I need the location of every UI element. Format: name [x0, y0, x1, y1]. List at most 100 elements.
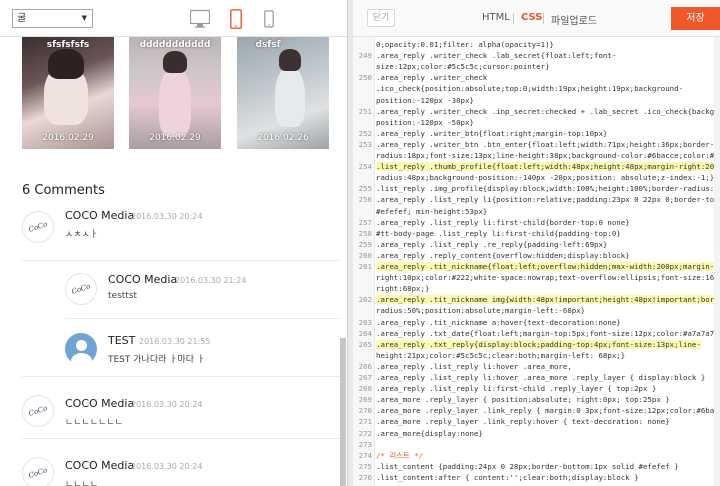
- line-number: 251: [358, 106, 372, 116]
- code-line: 272 .area_more{display:none}: [353, 428, 720, 439]
- code-line: height:21px;color:#5c5c5c;clear:both;mar…: [353, 350, 720, 361]
- comment-item: CoCo COCO Media 2016.03.30 20:24 ㄴㄴㄴㄴ: [0, 439, 340, 486]
- user-icon: [76, 340, 87, 351]
- comment-text: testtst: [108, 291, 138, 301]
- line-number: 253: [358, 139, 372, 149]
- code-text: .area_reply .tit_nickname img{width:48px…: [376, 295, 720, 305]
- tab-file-upload[interactable]: 파일업로드: [551, 12, 597, 27]
- avatar[interactable]: CoCo: [22, 211, 54, 243]
- line-number: 258: [358, 228, 372, 238]
- code-text: .list_reply .thumb_profile{float:left;wi…: [376, 162, 720, 172]
- gallery-title: dsfsf: [255, 40, 281, 50]
- code-text: .area_reply .writer_btn .btn_enter{float…: [376, 139, 715, 149]
- code-text: #tt-body-page .list_reply li:first-child…: [376, 228, 621, 238]
- font-select[interactable]: 굴 ▼: [12, 9, 93, 28]
- comment-item: CoCo COCO Media 2016.03.30 20:24 ㄴㄴㄴㄴㄴㄴㄴ: [0, 377, 340, 439]
- tab-html[interactable]: HTML: [482, 12, 510, 23]
- line-number: 252: [358, 128, 372, 138]
- code-line: 260 .area_reply .reply_content{overflow:h…: [353, 250, 720, 261]
- gallery-item[interactable]: ddddddddddd 2016.02.29: [129, 37, 221, 149]
- preview-pane: 굴 ▼ sfsfsfsfs 2016.02.29 ddddddddddd 201…: [0, 0, 347, 486]
- comment-date: 2016.03.30 20:24: [131, 462, 203, 471]
- code-text: .area_reply .tit_nickname a:hover{text-d…: [376, 317, 621, 327]
- tablet-icon[interactable]: [230, 9, 242, 29]
- tab-css[interactable]: CSS: [521, 12, 542, 23]
- code-line: 255 .list_reply .img_profile{display:bloc…: [353, 183, 720, 194]
- avatar[interactable]: CoCo: [22, 395, 54, 427]
- code-text: radius:18px;font-size:13px;line-height:3…: [376, 151, 720, 160]
- code-text: .area_reply .tit_nickname{float:left;ove…: [376, 262, 715, 271]
- code-text: right:10px;color:#222;white-space:nowrap…: [376, 273, 720, 283]
- avatar[interactable]: CoCo: [65, 273, 97, 305]
- code-line: 253 .area_reply .writer_btn .btn_enter{fl…: [353, 139, 720, 150]
- avatar[interactable]: [65, 333, 97, 365]
- code-line: position:-120px -50px}: [353, 117, 720, 128]
- code-line: 259 .area_reply .list_reply .re_reply{pad…: [353, 239, 720, 250]
- code-line: .ico_check{position:absolute;top:0;width…: [353, 83, 720, 94]
- gallery-item[interactable]: dsfsf 2016.02.26: [237, 37, 329, 149]
- avatar[interactable]: CoCo: [22, 457, 54, 486]
- code-line: radius:48px;background-position:-140px -…: [353, 172, 720, 183]
- coco-logo: CoCo: [27, 466, 49, 480]
- comment-author[interactable]: COCO Media: [65, 459, 134, 472]
- gallery-date: 2016.02.29: [149, 133, 201, 143]
- comment-item: CoCo COCO Media 2016.03.30 20:24 ㅅㅊㅅㅏ: [0, 205, 340, 261]
- line-number: 268: [358, 384, 372, 394]
- close-button[interactable]: 닫기: [367, 9, 395, 27]
- code-line: 257 .area_reply .list_reply li:first-chil…: [353, 217, 720, 228]
- code-text: .list_content:after { content:'';clear:b…: [376, 472, 639, 482]
- gallery-item[interactable]: sfsfsfsfs 2016.02.29: [22, 37, 114, 149]
- tab-divider: [543, 13, 544, 24]
- user-icon-body: [71, 353, 92, 365]
- chevron-down-icon: ▼: [81, 14, 87, 22]
- comment-author[interactable]: COCO Media: [65, 397, 134, 410]
- code-text: .list_reply .img_profile{display:block;w…: [376, 184, 720, 194]
- code-text: .area_reply .reply_content{overflow:hidd…: [376, 250, 630, 260]
- code-line: 274 /* 리스트 */: [353, 450, 720, 461]
- comment-author[interactable]: COCO Media: [108, 273, 177, 286]
- gallery-title: sfsfsfsfs: [46, 40, 90, 50]
- desktop-icon[interactable]: [190, 9, 210, 29]
- code-text: .area_reply .writer_check: [376, 73, 488, 83]
- comment-date: 2016.03.30 21:55: [139, 337, 211, 346]
- line-number: 257: [358, 217, 372, 227]
- line-number: 259: [358, 239, 372, 249]
- code-line: #efefef; min-height:53px}: [353, 206, 720, 217]
- line-number: 260: [358, 250, 372, 260]
- code-text: .area_reply .list_reply li:hover .area_m…: [376, 373, 706, 382]
- preview-content: sfsfsfsfs 2016.02.29 ddddddddddd 2016.02…: [0, 37, 347, 486]
- code-text: .area_reply .txt_date{float:left;margin-…: [376, 328, 719, 338]
- code-text: .area_reply .list_reply li:hover .area_m…: [376, 361, 572, 371]
- code-text: /* 리스트 */: [376, 450, 424, 460]
- code-line: 254 .list_reply .thumb_profile{float:left…: [353, 161, 720, 172]
- css-code-editor[interactable]: 0;opacity:0.01;filter: alpha(opacity=1)}…: [353, 37, 720, 486]
- code-line: 264 .area_reply .txt_date{float:left;marg…: [353, 328, 720, 339]
- code-line: 267 .area_reply .list_reply li:hover .are…: [353, 372, 720, 383]
- scrollbar-thumb[interactable]: [340, 338, 346, 486]
- code-line: 266 .area_reply .list_reply li:hover .are…: [353, 361, 720, 372]
- code-line: 270 .area_more .reply_layer .link_reply {…: [353, 405, 720, 416]
- code-line: 249 .area_reply .writer_check .lab_secret…: [353, 50, 720, 61]
- code-line: 268 .area_reply .list_reply li:first-chil…: [353, 383, 720, 394]
- code-line: 252 .area_reply .writer_btn{float:right;m…: [353, 128, 720, 139]
- comment-text: ㄴㄴㄴㄴㄴㄴㄴ: [65, 418, 123, 428]
- code-text: #efefef; min-height:53px}: [376, 206, 488, 216]
- save-button[interactable]: 저장: [671, 7, 720, 30]
- line-number: 265: [358, 339, 372, 349]
- line-number: 269: [358, 395, 372, 405]
- code-text: radius:48px;background-position:-140px -…: [376, 173, 715, 183]
- line-number: 272: [358, 428, 372, 438]
- editor-scrollbar[interactable]: [714, 37, 720, 486]
- code-line: 0;opacity:0.01;filter: alpha(opacity=1)}: [353, 39, 720, 50]
- code-text: .area_more .reply_layer { position:absol…: [376, 395, 670, 405]
- gallery-title: ddddddddddd: [139, 40, 211, 50]
- code-text: .area_reply .writer_check .lab_secret{fl…: [376, 51, 617, 61]
- preview-toolbar: 굴 ▼: [0, 0, 347, 37]
- comments-title: 6 Comments: [22, 183, 105, 198]
- mobile-icon[interactable]: [264, 9, 274, 29]
- comment-author[interactable]: COCO Media: [65, 209, 134, 222]
- coco-logo: CoCo: [27, 220, 49, 234]
- code-line: 250 .area_reply .writer_check: [353, 72, 720, 83]
- line-number: 249: [358, 51, 372, 61]
- comment-author[interactable]: TEST: [108, 334, 135, 347]
